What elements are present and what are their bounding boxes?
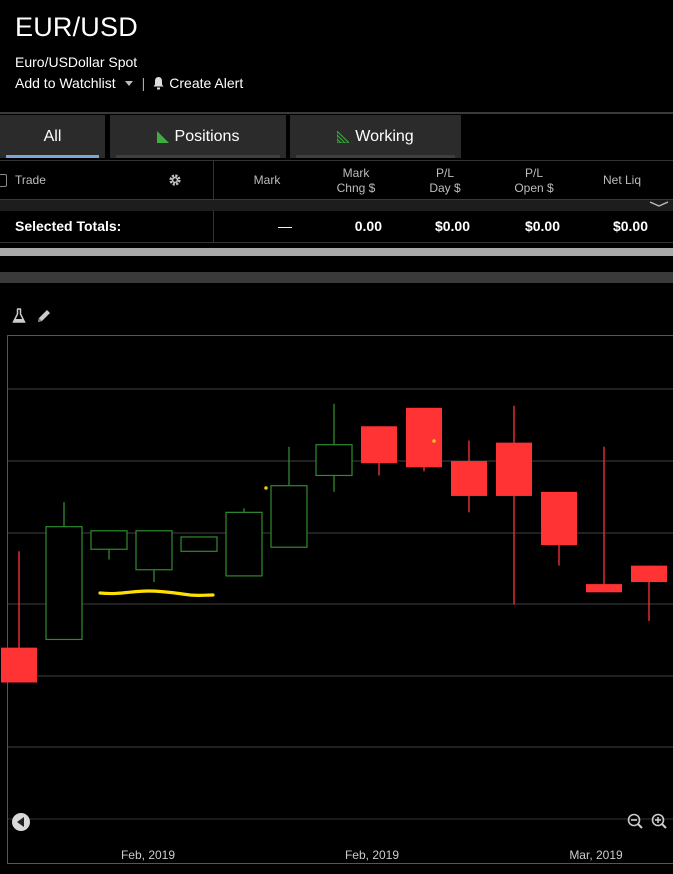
positions-icon (156, 130, 169, 143)
add-to-watchlist-label: Add to Watchlist (15, 75, 116, 91)
x-axis-label: Feb, 2019 (345, 848, 399, 862)
tab-positions-label: Positions (174, 127, 240, 145)
selected-totals-label: Selected Totals: (15, 218, 122, 234)
tab-working-label: Working (355, 127, 414, 145)
candle-body-up (135, 530, 173, 571)
tab-underline (296, 155, 455, 158)
candlestick-chart[interactable]: Feb, 2019 Feb, 2019 Mar, 2019 (0, 335, 673, 874)
candle-body-up (45, 526, 83, 641)
chevron-down-icon (124, 81, 133, 86)
col-mark[interactable]: Mark (240, 161, 294, 200)
col-mark-chng-line1: Mark (342, 165, 370, 180)
candle-body-down (541, 491, 577, 546)
candle-body-up (180, 536, 218, 552)
candle-body-down (631, 565, 667, 583)
col-pl-open-line1: P/L (524, 165, 543, 180)
chart-toolbar (12, 308, 62, 329)
candle-body-down (406, 407, 442, 468)
gear-icon[interactable] (168, 173, 182, 187)
total-mark: — (278, 218, 292, 234)
chevron-down-icon[interactable] (649, 201, 669, 208)
marker-dot (432, 439, 436, 443)
candle-body-down (361, 426, 397, 464)
col-mark-chng[interactable]: Mark Chng $ (320, 161, 392, 200)
panel-splitter[interactable] (0, 272, 673, 283)
symbol-title: EUR/USD (15, 12, 138, 42)
divider: | (141, 75, 146, 91)
col-pl-day-line1: P/L (435, 165, 454, 180)
col-pl-day[interactable]: P/L Day $ (410, 161, 480, 200)
total-pl-day: $0.00 (434, 218, 470, 234)
tab-bar: All Positions Working (0, 115, 673, 159)
header: EUR/USD Euro/USDollar Spot Add to Watchl… (0, 0, 673, 113)
working-icon (337, 130, 350, 143)
total-pl-open: $0.00 (524, 218, 560, 234)
symbol-description: Euro/USDollar Spot (15, 54, 138, 70)
create-alert-label: Create Alert (169, 75, 244, 91)
chart-frame (7, 335, 673, 864)
candle-body-down (1, 647, 37, 683)
tab-all[interactable]: All (0, 115, 105, 158)
candle-body-down (451, 461, 487, 496)
selected-totals-row: Selected Totals: — 0.00 $0.00 $0.00 $0.0… (0, 210, 673, 243)
panel-splitter[interactable] (0, 248, 673, 256)
add-to-watchlist-button[interactable]: Add to Watchlist (15, 75, 133, 91)
candle-body-up (225, 511, 263, 577)
candle-body-up (90, 530, 128, 550)
col-pl-open-line2: Open $ (514, 180, 554, 195)
scroll-left-icon[interactable] (12, 813, 30, 831)
flask-icon[interactable] (12, 308, 26, 329)
bell-icon (153, 76, 164, 89)
col-mark-chng-line2: Chng $ (336, 180, 376, 195)
total-net-liq: $0.00 (612, 218, 648, 234)
header-actions: Add to Watchlist | Create Alert (15, 75, 243, 91)
col-net-liq[interactable]: Net Liq (590, 161, 654, 200)
tab-positions[interactable]: Positions (110, 115, 286, 158)
candle-body-up (270, 485, 308, 548)
column-divider (213, 161, 214, 200)
marker-dot (264, 486, 268, 490)
select-all-checkbox[interactable] (0, 174, 7, 187)
x-axis-label: Mar, 2019 (569, 848, 623, 862)
tab-working[interactable]: Working (290, 115, 461, 158)
pencil-icon[interactable] (36, 308, 52, 329)
total-mark-chng: 0.00 (354, 218, 382, 234)
candle-body-up (315, 444, 353, 477)
col-pl-open[interactable]: P/L Open $ (498, 161, 570, 200)
positions-table-header: Trade Mark Mark Chng $ P/L Day $ P/L Ope… (0, 160, 673, 200)
tab-all-label: All (43, 127, 62, 145)
create-alert-button[interactable]: Create Alert (152, 75, 243, 91)
tab-underline (6, 155, 99, 158)
col-pl-day-line2: Day $ (429, 180, 461, 195)
col-trade[interactable]: Trade (15, 161, 46, 200)
column-divider (213, 210, 214, 242)
candle-body-down (496, 442, 532, 496)
divider (0, 112, 673, 114)
candle-body-down (586, 584, 622, 593)
x-axis-label: Feb, 2019 (121, 848, 175, 862)
tab-underline (116, 155, 280, 158)
